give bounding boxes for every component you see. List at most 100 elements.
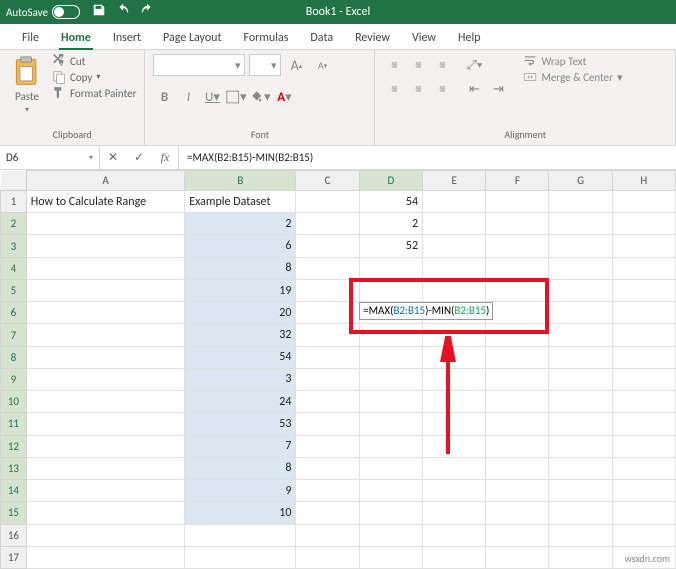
grid[interactable]: ABCDEFGH 1How to Calculate RangeExample … [0,170,676,569]
cell-C6[interactable] [296,302,359,324]
cell-H12[interactable] [612,435,675,457]
tab-view[interactable]: View [402,27,446,49]
cell-F9[interactable] [486,368,549,390]
cell-E1[interactable] [423,191,486,213]
cell-E2[interactable] [423,213,486,235]
cell-F17[interactable] [486,546,549,568]
cell-B11[interactable]: 53 [185,413,296,435]
wrap-text-button[interactable]: Wrap Text [523,54,622,68]
cell-D16[interactable] [359,524,422,546]
cell-B14[interactable]: 9 [185,480,296,502]
cell-C9[interactable] [296,368,359,390]
cell-C11[interactable] [296,413,359,435]
row-header-13[interactable]: 13 [1,457,27,479]
column-header-D[interactable]: D [359,171,422,191]
row-header-4[interactable]: 4 [1,257,27,279]
cell-D14[interactable] [359,480,422,502]
row-header-5[interactable]: 5 [1,279,27,301]
cell-D8[interactable] [359,346,422,368]
cell-G14[interactable] [549,480,612,502]
align-bottom-button[interactable]: ≡ [431,54,453,76]
cell-C8[interactable] [296,346,359,368]
bold-button[interactable]: B [153,86,175,108]
select-all-corner[interactable] [1,171,27,191]
cell-E13[interactable] [423,457,486,479]
undo-icon[interactable] [116,3,130,21]
cell-E10[interactable] [423,391,486,413]
cell-G3[interactable] [549,235,612,257]
cell-H9[interactable] [612,368,675,390]
tab-help[interactable]: Help [448,27,491,49]
cell-E9[interactable] [423,368,486,390]
cell-A13[interactable] [26,457,185,479]
cell-E12[interactable] [423,435,486,457]
cell-G4[interactable] [549,257,612,279]
row-header-7[interactable]: 7 [1,324,27,346]
merge-center-button[interactable]: Merge & Center ▾ [523,70,622,84]
cell-G6[interactable] [549,302,612,324]
cell-H10[interactable] [612,391,675,413]
cell-F15[interactable] [486,502,549,524]
font-name-select[interactable]: ▾ [153,54,245,76]
cell-F4[interactable] [486,257,549,279]
grow-font-button[interactable]: A▴ [285,54,307,76]
save-icon[interactable] [92,3,106,21]
tab-insert[interactable]: Insert [103,27,151,49]
cell-A5[interactable] [26,279,185,301]
copy-button[interactable]: Copy▾ [52,70,136,84]
cell-C4[interactable] [296,257,359,279]
cell-C1[interactable] [296,191,359,213]
cell-C7[interactable] [296,324,359,346]
column-header-A[interactable]: A [26,171,185,191]
cell-A16[interactable] [26,524,185,546]
cell-G11[interactable] [549,413,612,435]
cell-G2[interactable] [549,213,612,235]
row-header-1[interactable]: 1 [1,191,27,213]
toggle-switch[interactable] [52,5,80,19]
cell-F3[interactable] [486,235,549,257]
cell-F16[interactable] [486,524,549,546]
cell-H16[interactable] [612,524,675,546]
cell-F2[interactable] [486,213,549,235]
cell-D5[interactable] [359,279,422,301]
cell-D7[interactable] [359,324,422,346]
cell-G15[interactable] [549,502,612,524]
cell-edit-overlay[interactable]: =MAX(B2:B15)-MIN(B2:B15) [359,302,493,320]
row-header-10[interactable]: 10 [1,391,27,413]
cell-F14[interactable] [486,480,549,502]
cell-D10[interactable] [359,391,422,413]
cell-E7[interactable] [423,324,486,346]
cell-H14[interactable] [612,480,675,502]
cell-C17[interactable] [296,546,359,568]
cut-button[interactable]: Cut [52,54,136,68]
autosave-toggle[interactable]: AutoSave [6,5,80,19]
cell-H1[interactable] [612,191,675,213]
cell-C2[interactable] [296,213,359,235]
tab-formulas[interactable]: Formulas [233,27,298,49]
cell-C15[interactable] [296,502,359,524]
name-box[interactable]: D6▾ [0,146,100,169]
cell-B8[interactable]: 54 [185,346,296,368]
cell-F8[interactable] [486,346,549,368]
cell-G8[interactable] [549,346,612,368]
row-header-14[interactable]: 14 [1,480,27,502]
cell-F6[interactable] [486,302,549,324]
cell-A12[interactable] [26,435,185,457]
cell-B5[interactable]: 19 [185,279,296,301]
shrink-font-button[interactable]: A▾ [311,54,333,76]
italic-button[interactable]: I [177,86,199,108]
cell-B3[interactable]: 6 [185,235,296,257]
cell-H6[interactable] [612,302,675,324]
column-header-G[interactable]: G [549,171,612,191]
cell-C10[interactable] [296,391,359,413]
column-header-H[interactable]: H [612,171,675,191]
formula-input[interactable]: =MAX(B2:B15)-MIN(B2:B15) [179,146,676,169]
align-center-button[interactable]: ≡ [407,78,429,100]
cell-B9[interactable]: 3 [185,368,296,390]
cell-C3[interactable] [296,235,359,257]
cell-E17[interactable] [423,546,486,568]
cell-C5[interactable] [296,279,359,301]
cell-C14[interactable] [296,480,359,502]
cell-B7[interactable]: 32 [185,324,296,346]
underline-button[interactable]: U▾ [201,86,223,108]
